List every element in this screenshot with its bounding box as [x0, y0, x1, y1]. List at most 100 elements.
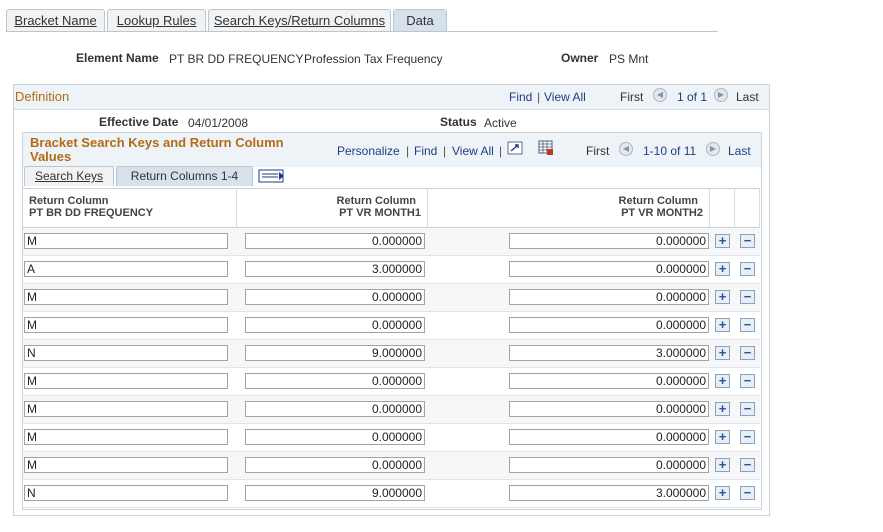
- definition-find-link[interactable]: Find: [509, 90, 532, 104]
- table-row: M 0.000000 0.000000 + −: [23, 424, 760, 452]
- separator: |: [406, 144, 410, 158]
- add-row-button[interactable]: +: [715, 234, 730, 248]
- month1-input[interactable]: 0.000000: [245, 317, 425, 333]
- column-header-add: [710, 188, 735, 228]
- frequency-input[interactable]: A: [24, 261, 228, 277]
- subtab-search-keys[interactable]: Search Keys: [24, 166, 114, 186]
- delete-row-button[interactable]: −: [740, 430, 755, 444]
- frequency-input[interactable]: M: [24, 317, 228, 333]
- tab-label: Bracket Name: [14, 13, 97, 28]
- tab-label: Lookup Rules: [116, 13, 197, 28]
- delete-row-button[interactable]: −: [740, 318, 755, 332]
- table-row: M 0.000000 0.000000 + −: [23, 228, 760, 256]
- grid-personalize-link[interactable]: Personalize: [337, 144, 400, 158]
- frequency-input[interactable]: M: [24, 373, 228, 389]
- delete-row-button[interactable]: −: [740, 402, 755, 416]
- month2-input[interactable]: 0.000000: [509, 429, 709, 445]
- table-row: M 0.000000 0.000000 + −: [23, 368, 760, 396]
- column-header-month1: Return Column PT VR MONTH1: [237, 188, 428, 228]
- month1-input[interactable]: 0.000000: [245, 401, 425, 417]
- table-row: M 0.000000 0.000000 + −: [23, 396, 760, 424]
- table-row: N 9.000000 3.000000 + −: [23, 340, 760, 368]
- owner-value: PS Mnt: [609, 52, 649, 66]
- delete-row-button[interactable]: −: [740, 486, 755, 500]
- month1-input[interactable]: 0.000000: [245, 373, 425, 389]
- subtab-label: Search Keys: [34, 169, 104, 183]
- column-header-line: PT VR MONTH2: [621, 207, 703, 219]
- add-row-button[interactable]: +: [715, 402, 730, 416]
- tab-lookup-rules[interactable]: Lookup Rules: [107, 9, 206, 31]
- frequency-input[interactable]: M: [24, 289, 228, 305]
- grid-next-icon[interactable]: ▶: [706, 142, 720, 156]
- frequency-input[interactable]: M: [24, 457, 228, 473]
- table-row: N 9.000000 3.000000 + −: [23, 480, 760, 508]
- add-row-button[interactable]: +: [715, 290, 730, 304]
- month1-input[interactable]: 0.000000: [245, 289, 425, 305]
- month2-input[interactable]: 0.000000: [509, 401, 709, 417]
- status-label: Status: [440, 115, 477, 129]
- status-value: Active: [484, 116, 517, 130]
- tab-data[interactable]: Data: [393, 9, 447, 31]
- grid-first-label: First: [586, 144, 610, 158]
- definition-title: Definition: [15, 89, 70, 104]
- delete-row-button[interactable]: −: [740, 290, 755, 304]
- month2-input[interactable]: 0.000000: [509, 317, 709, 333]
- definition-prev-icon[interactable]: ◀: [653, 88, 667, 102]
- delete-row-button[interactable]: −: [740, 374, 755, 388]
- month2-input[interactable]: 0.000000: [509, 233, 709, 249]
- frequency-input[interactable]: M: [24, 429, 228, 445]
- column-header-frequency: Return Column PT BR DD FREQUENCY: [23, 188, 237, 228]
- month2-input[interactable]: 0.000000: [509, 289, 709, 305]
- download-spreadsheet-icon[interactable]: [538, 140, 554, 156]
- frequency-input[interactable]: M: [24, 233, 228, 249]
- grid-find-link[interactable]: Find: [414, 144, 437, 158]
- month1-input[interactable]: 3.000000: [245, 261, 425, 277]
- month2-input[interactable]: 3.000000: [509, 485, 709, 501]
- separator: |: [443, 144, 447, 158]
- grid-last-link[interactable]: Last: [728, 144, 751, 158]
- frequency-input[interactable]: N: [24, 485, 228, 501]
- frequency-input[interactable]: N: [24, 345, 228, 361]
- delete-row-button[interactable]: −: [740, 346, 755, 360]
- element-description: Profession Tax Frequency: [304, 52, 443, 66]
- tab-bracket-name[interactable]: Bracket Name: [6, 9, 105, 31]
- month2-input[interactable]: 0.000000: [509, 457, 709, 473]
- delete-row-button[interactable]: −: [740, 458, 755, 472]
- definition-view-all-link[interactable]: View All: [544, 90, 586, 104]
- add-row-button[interactable]: +: [715, 262, 730, 276]
- month1-input[interactable]: 0.000000: [245, 233, 425, 249]
- table-row: M 0.000000 0.000000 + −: [23, 312, 760, 340]
- month1-input[interactable]: 9.000000: [245, 485, 425, 501]
- column-header-line: PT BR DD FREQUENCY: [29, 207, 154, 219]
- add-row-button[interactable]: +: [715, 346, 730, 360]
- column-header-month2: Return Column PT VR MONTH2: [428, 188, 710, 228]
- owner-label: Owner: [561, 51, 599, 65]
- add-row-button[interactable]: +: [715, 486, 730, 500]
- month2-input[interactable]: 3.000000: [509, 345, 709, 361]
- definition-next-icon[interactable]: ▶: [714, 88, 728, 102]
- zoom-icon[interactable]: [507, 141, 523, 155]
- add-row-button[interactable]: +: [715, 430, 730, 444]
- grid-view-all-link[interactable]: View All: [452, 144, 494, 158]
- month2-input[interactable]: 0.000000: [509, 373, 709, 389]
- table-row: A 3.000000 0.000000 + −: [23, 256, 760, 284]
- subtab-return-columns[interactable]: Return Columns 1-4: [116, 166, 253, 186]
- table-row: M 0.000000 0.000000 + −: [23, 284, 760, 312]
- grid-prev-icon[interactable]: ◀: [619, 142, 633, 156]
- month1-input[interactable]: 0.000000: [245, 429, 425, 445]
- show-all-columns-icon[interactable]: [258, 168, 286, 184]
- frequency-input[interactable]: M: [24, 401, 228, 417]
- separator: |: [499, 144, 503, 158]
- add-row-button[interactable]: +: [715, 318, 730, 332]
- delete-row-button[interactable]: −: [740, 262, 755, 276]
- column-header-line: Return Column: [29, 195, 109, 207]
- month2-input[interactable]: 0.000000: [509, 261, 709, 277]
- add-row-button[interactable]: +: [715, 458, 730, 472]
- column-header-line: PT VR MONTH1: [339, 207, 421, 219]
- month1-input[interactable]: 0.000000: [245, 457, 425, 473]
- delete-row-button[interactable]: −: [740, 234, 755, 248]
- tab-search-keys-return-columns[interactable]: Search Keys/Return Columns: [208, 9, 391, 31]
- add-row-button[interactable]: +: [715, 374, 730, 388]
- grid-title-line1: Bracket Search Keys and Return Column: [30, 135, 284, 150]
- month1-input[interactable]: 9.000000: [245, 345, 425, 361]
